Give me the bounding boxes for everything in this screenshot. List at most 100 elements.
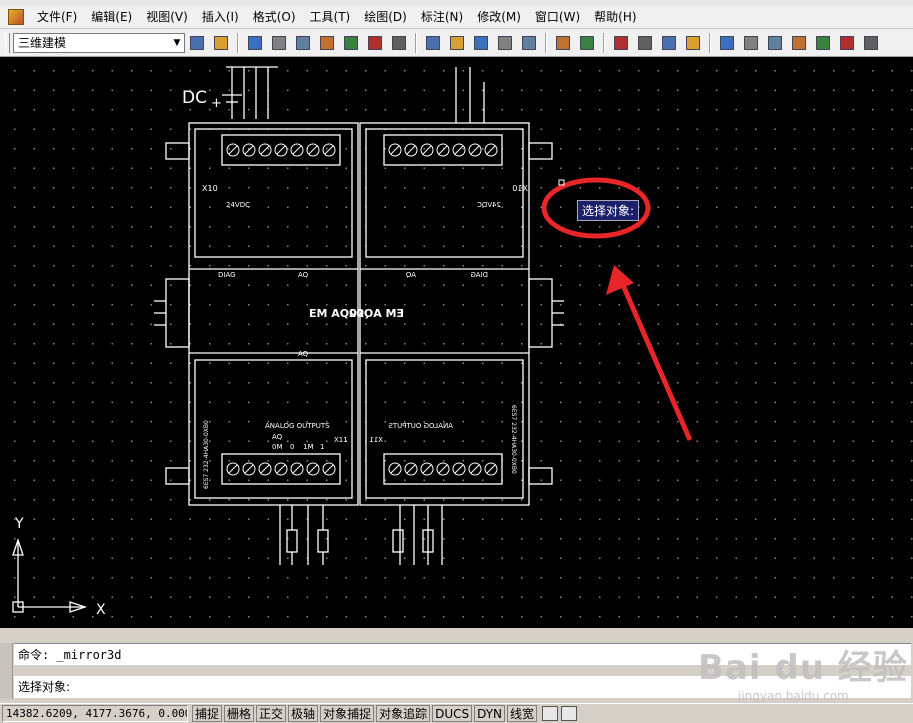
label-x11: X11 [334,436,348,444]
resistor [286,529,298,553]
app-icon[interactable] [8,9,24,25]
resistor [392,529,404,553]
pan-button[interactable] [611,33,631,53]
print-button[interactable] [317,33,337,53]
layout-icon[interactable] [561,706,578,721]
zoom-previous-button[interactable] [683,33,703,53]
menu-edit[interactable]: 编辑(E) [84,6,139,28]
copy-icon [450,35,464,50]
mirrored-label-em-aq02: EM AQ02 [349,307,404,320]
toggle-ducs[interactable]: DUCS [432,705,473,722]
calculator-button[interactable] [837,33,857,53]
drawing-canvas[interactable]: DC + X10 24VDC DIAG AQ EM AQ02 AQ ANALOG… [0,57,913,628]
markup-icon [816,35,830,50]
plus-sign: + [211,96,222,111]
zoom-realtime-button[interactable] [635,33,655,53]
new-button[interactable] [245,33,265,53]
camera-button[interactable] [211,33,231,53]
chevron-down-icon[interactable]: ▼ [170,34,184,52]
dc-label: DC [182,88,207,108]
paste-icon [474,35,488,50]
preview-icon [344,35,358,50]
cut-icon [426,35,440,50]
paste-button[interactable] [471,33,491,53]
menu-dimension[interactable]: 标注(N) [414,6,470,28]
screw-slot [438,464,448,474]
toolpalette-button[interactable] [765,33,785,53]
copy-button[interactable] [447,33,467,53]
toolbar-grip[interactable] [5,32,10,53]
toggle-lineweight[interactable]: 线宽 [507,705,538,722]
menu-modify[interactable]: 修改(M) [470,6,528,28]
label-x10: X10 [202,184,218,193]
toggle-ortho[interactable]: 正交 [256,705,287,722]
drawing-svg: DC + X10 24VDC DIAG AQ EM AQ02 AQ ANALOG… [12,66,693,618]
zoom-previous-icon [686,35,700,50]
save-icon [296,35,310,50]
toggle-dyn[interactable]: DYN [474,705,506,722]
model-space-icon[interactable] [542,706,559,721]
menu-tools[interactable]: 工具(T) [303,6,358,28]
markup-button[interactable] [813,33,833,53]
screw-slot [244,464,254,474]
mirrored-label-x11: X11 [369,436,383,444]
designcenter-icon [744,35,758,50]
cut-button[interactable] [423,33,443,53]
properties-button[interactable] [717,33,737,53]
sheetset-icon [792,35,806,50]
screw-slot [486,145,496,155]
menu-draw[interactable]: 绘图(D) [357,6,414,28]
part-number-left: 6ES7 232-4HA30-0XB0 [203,420,210,489]
menu-format[interactable]: 格式(O) [246,6,303,28]
menu-view[interactable]: 视图(V) [139,6,195,28]
screw-slot [308,464,318,474]
highlight-arrow-head-icon [606,265,634,295]
mirrored-label-24vdc: 24VDC [477,201,501,209]
sheetset-button[interactable] [789,33,809,53]
publish-button[interactable] [365,33,385,53]
brush-button[interactable] [519,33,539,53]
save-button[interactable] [293,33,313,53]
workspace-value: 三维建模 [18,36,67,50]
preview-button[interactable] [341,33,361,53]
toggle-polar[interactable]: 极轴 [288,705,319,722]
menu-help[interactable]: 帮助(H) [587,6,643,28]
redo-button[interactable] [577,33,597,53]
orbit-button[interactable] [187,33,207,53]
screw-slot [244,145,254,155]
menu-file[interactable]: 文件(F) [30,6,84,28]
menu-window[interactable]: 窗口(W) [528,6,587,28]
toggle-grid[interactable]: 栅格 [224,705,255,722]
toggle-otrack[interactable]: 对象追踪 [376,705,431,722]
zoom-window-button[interactable] [659,33,679,53]
toolbar-separator [415,32,417,53]
toolpalette-icon [768,35,782,50]
toolbar-separator [709,32,711,53]
din-clip [165,142,190,160]
menu-insert[interactable]: 插入(I) [195,6,246,28]
calculator-icon [840,35,854,50]
undo-button[interactable] [553,33,573,53]
workspace-select[interactable]: 三维建模 ▼ [13,32,185,53]
command-window-grip[interactable] [0,643,13,699]
brush-icon [522,35,536,50]
resistor [317,529,329,553]
bus-connector [165,278,190,348]
mirrored-label-x10: X10 [512,184,528,193]
open-button[interactable] [269,33,289,53]
plot-button[interactable] [389,33,409,53]
toggle-snap[interactable]: 捕捉 [192,705,223,722]
watermark-brand: Bai du 经验 [698,648,908,688]
label-24vdc: 24VDC [226,201,250,209]
menu-bar: 文件(F) 编辑(E) 视图(V) 插入(I) 格式(O) 工具(T) 绘图(D… [0,6,913,29]
toggle-osnap[interactable]: 对象捕捉 [320,705,375,722]
bus-connector [528,278,553,348]
highlight-arrow-shaft [620,284,693,441]
watermark-url: jingyan.baidu.com [738,689,849,703]
screw-slot [486,464,496,474]
designcenter-button[interactable] [741,33,761,53]
help-button[interactable] [861,33,881,53]
label-diag: DIAG [218,271,236,279]
screw-slot [454,464,464,474]
match-button[interactable] [495,33,515,53]
